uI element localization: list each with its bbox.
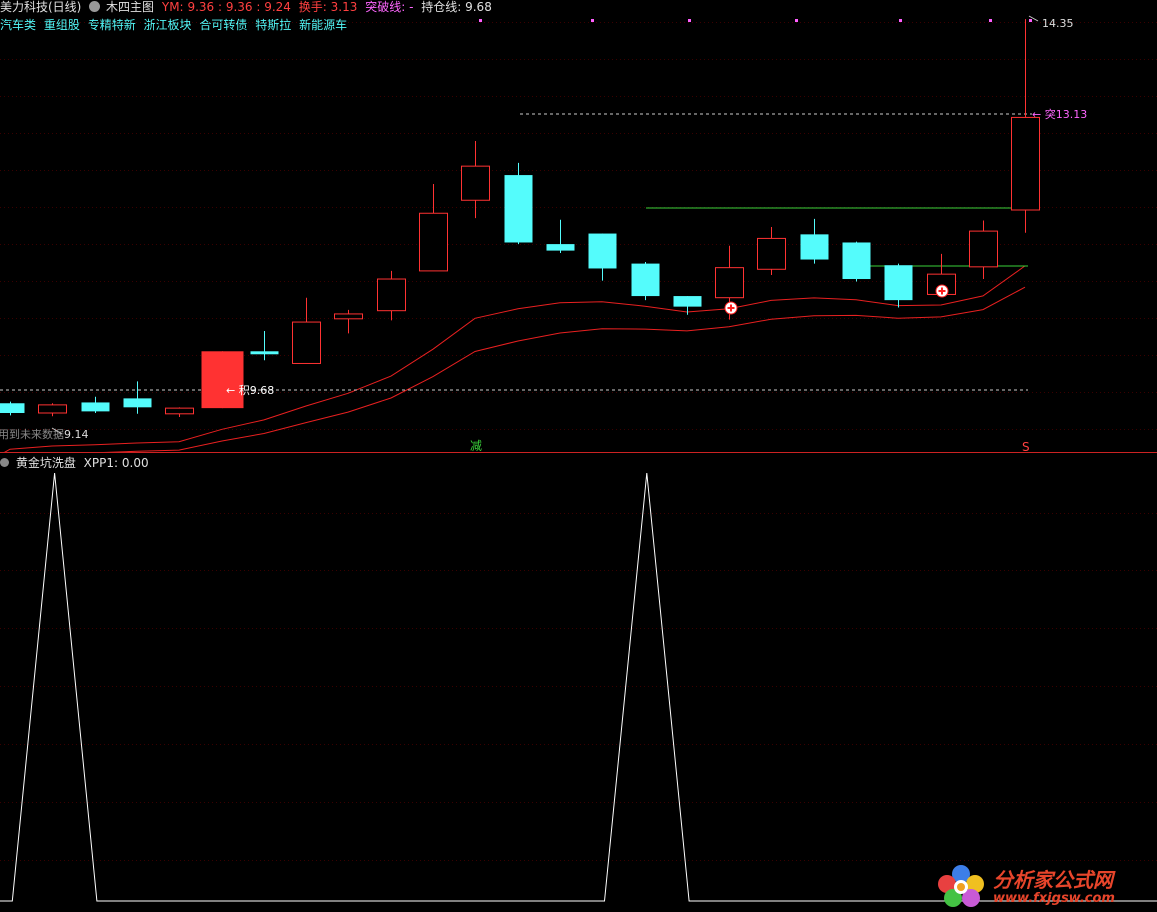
high-price-label: 14.35 xyxy=(1042,17,1074,30)
low-price-label: 9.14 xyxy=(64,428,89,441)
signal-dot xyxy=(591,19,594,22)
ma-line xyxy=(103,286,1026,452)
guide-lines xyxy=(0,113,1032,391)
candle-body xyxy=(546,244,575,251)
candle-body xyxy=(969,230,998,268)
watermark: 分析家公式网 www.fxjgsw.com xyxy=(933,864,1143,908)
candle-body xyxy=(631,263,660,297)
candle-body xyxy=(461,165,490,201)
gridlines xyxy=(0,513,1157,861)
watermark-site-name: 分析家公式网 xyxy=(993,868,1113,892)
candle-body xyxy=(884,265,913,301)
candle-body xyxy=(292,321,321,364)
ma-line xyxy=(4,265,1026,452)
candle-body xyxy=(715,267,744,299)
candle-body xyxy=(250,351,279,355)
candle-body xyxy=(81,402,110,412)
signal-dot xyxy=(899,19,902,22)
candle-body xyxy=(842,242,871,280)
candle-body xyxy=(377,278,406,312)
signal-dot xyxy=(795,19,798,22)
sub-indicator-chart[interactable] xyxy=(0,453,1157,912)
signal-dot xyxy=(989,19,992,22)
watermark-url: www.fxjgsw.com xyxy=(993,891,1115,906)
xpp1-series-line xyxy=(0,472,1157,902)
breakout-price-label: ← 突13.13 xyxy=(1032,107,1087,121)
candle-body xyxy=(504,175,533,243)
moving-averages xyxy=(4,265,1026,452)
signal-dot xyxy=(688,19,691,22)
candle-body xyxy=(201,351,244,409)
candle-body xyxy=(38,404,67,414)
candle-body xyxy=(588,233,617,269)
signal-dot xyxy=(1029,19,1032,22)
candle-body xyxy=(123,398,152,408)
candle-body xyxy=(800,234,829,260)
candle-body xyxy=(334,313,363,320)
signal-marks xyxy=(479,19,1032,315)
flower-logo-icon xyxy=(938,865,984,907)
candlestick-chart[interactable]: 14.35 ← 突13.13 ← 积9.68 用到未来数据 9.14 减 S xyxy=(0,0,1157,452)
signal-dot xyxy=(479,19,482,22)
candle-body xyxy=(419,212,448,272)
entry-price-label: ← 积9.68 xyxy=(226,384,274,397)
candle-body xyxy=(0,403,25,413)
signal-reduce-label: 减 xyxy=(470,439,482,452)
candle-body xyxy=(673,296,702,307)
candle-body xyxy=(165,407,194,415)
candle-body xyxy=(757,237,786,270)
candle-body xyxy=(1011,116,1040,211)
candles xyxy=(0,19,1040,418)
signal-sell-label: S xyxy=(1022,440,1030,452)
